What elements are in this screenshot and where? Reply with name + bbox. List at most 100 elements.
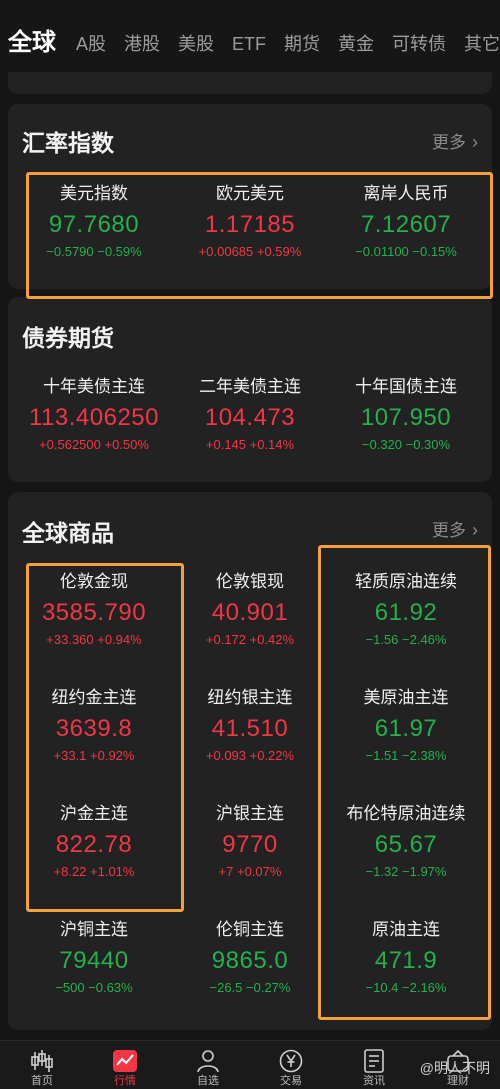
market-tabs: 全球 A股 港股 美股 ETF 期货 黄金 可转债 其它 xyxy=(8,22,500,57)
quote-name: 二年美债主连 xyxy=(199,377,301,396)
tab-us[interactable]: 美股 xyxy=(178,30,214,56)
tab-gold[interactable]: 黄金 xyxy=(338,30,374,56)
quote-price: 79440 xyxy=(59,947,129,974)
quote-name: 十年美债主连 xyxy=(43,377,145,396)
quote-change: +33.360 +0.94% xyxy=(46,632,142,647)
quote-name: 纽约金主连 xyxy=(51,688,137,707)
section-title-bonds: 债券期货 xyxy=(22,325,114,351)
quote-name: 伦敦银现 xyxy=(216,572,284,591)
bottom-tab-home[interactable]: 首页 xyxy=(12,1049,72,1087)
quote-card[interactable]: 布伦特原油连续 65.67 −1.32 −1.97% xyxy=(328,804,484,880)
quote-change: −1.32 −1.97% xyxy=(365,864,447,879)
user-star-icon xyxy=(197,1050,219,1073)
tab-convertible[interactable]: 可转债 xyxy=(392,30,446,56)
quote-card[interactable]: 十年国债主连 107.950 −0.320 −0.30% xyxy=(328,377,484,453)
quote-change: +8.22 +1.01% xyxy=(53,864,135,879)
quote-card[interactable]: 美原油主连 61.97 −1.51 −2.38% xyxy=(328,688,484,764)
quote-price: 61.92 xyxy=(374,599,438,626)
watermark: @明人不明 xyxy=(419,1060,490,1076)
tab-futures[interactable]: 期货 xyxy=(284,30,320,56)
quote-change: −0.320 −0.30% xyxy=(361,437,451,452)
quote-card[interactable]: 沪铜主连 79440 −500 −0.63% xyxy=(16,920,172,996)
section-title-fx: 汇率指数 xyxy=(22,130,114,156)
quote-price: 65.67 xyxy=(374,831,438,858)
section-title-commodities: 全球商品 xyxy=(22,520,114,546)
quote-name: 离岸人民币 xyxy=(363,184,449,203)
quote-name: 美元指数 xyxy=(60,184,128,203)
quote-change: +0.145 +0.14% xyxy=(205,437,295,452)
quote-name: 纽约银主连 xyxy=(207,688,293,707)
quote-card[interactable]: 离岸人民币 7.12607 −0.01100 −0.15% xyxy=(328,184,484,260)
quote-change: −1.51 −2.38% xyxy=(365,748,447,763)
quote-price: 97.7680 xyxy=(48,211,140,238)
quote-change: +0.093 +0.22% xyxy=(205,748,295,763)
more-label: 更多 xyxy=(432,521,466,540)
fx-section: 汇率指数 更多 › 美元指数 97.7680 −0.5790 −0.59% 欧元美… xyxy=(8,104,492,289)
tab-global[interactable]: 全球 xyxy=(8,22,56,57)
bottom-tab-news[interactable]: 资讯 xyxy=(344,1049,404,1087)
quote-card[interactable]: 伦敦金现 3585.790 +33.360 +0.94% xyxy=(16,572,172,648)
quote-name: 欧元美元 xyxy=(216,184,284,203)
bottom-tab-market[interactable]: 行情 xyxy=(95,1049,155,1087)
quote-name: 轻质原油连续 xyxy=(355,572,457,591)
tab-other[interactable]: 其它 xyxy=(464,30,500,56)
quote-name: 原油主连 xyxy=(372,920,440,939)
quote-name: 伦敦金现 xyxy=(60,572,128,591)
quote-change: +33.1 +0.92% xyxy=(53,748,135,763)
quote-card[interactable]: 十年美债主连 113.406250 +0.562500 +0.50% xyxy=(16,377,172,453)
quote-name: 伦铜主连 xyxy=(216,920,284,939)
commodities-more-link[interactable]: 更多 › xyxy=(432,516,478,541)
quote-card[interactable]: 纽约银主连 41.510 +0.093 +0.22% xyxy=(172,688,328,764)
yen-coin-icon xyxy=(279,1049,303,1073)
quote-price: 471.9 xyxy=(374,947,438,974)
chevron-right-icon: › xyxy=(472,520,478,540)
quote-price: 3639.8 xyxy=(55,715,133,742)
tab-a-share[interactable]: A股 xyxy=(76,30,106,56)
bond-futures-section: 债券期货 十年美债主连 113.406250 +0.562500 +0.50% … xyxy=(8,297,492,482)
quote-card[interactable]: 欧元美元 1.17185 +0.00685 +0.59% xyxy=(172,184,328,260)
quote-price: 107.950 xyxy=(360,404,452,431)
quote-change: −500 −0.63% xyxy=(55,980,133,995)
quote-price: 3585.790 xyxy=(41,599,147,626)
quote-price: 9865.0 xyxy=(211,947,289,974)
tab-etf[interactable]: ETF xyxy=(232,34,266,55)
bottom-tab-watchlist[interactable]: 自选 xyxy=(178,1049,238,1087)
bottom-tab-label: 行情 xyxy=(114,1075,136,1087)
quote-card[interactable]: 二年美债主连 104.473 +0.145 +0.14% xyxy=(172,377,328,453)
quote-change: −0.5790 −0.59% xyxy=(46,244,142,259)
candlestick-icon xyxy=(31,1050,53,1072)
news-doc-icon xyxy=(364,1049,384,1073)
quote-name: 沪铜主连 xyxy=(60,920,128,939)
quote-change: −0.01100 −0.15% xyxy=(355,244,457,259)
quote-price: 1.17185 xyxy=(204,211,296,238)
quote-change: −1.56 −2.46% xyxy=(365,632,447,647)
quote-price: 9770 xyxy=(222,831,278,858)
quote-card[interactable]: 美元指数 97.7680 −0.5790 −0.59% xyxy=(16,184,172,260)
global-commodities-section: 全球商品 更多 › 伦敦金现 3585.790 +33.360 +0.94% 伦敦… xyxy=(8,492,492,1030)
more-label: 更多 xyxy=(432,133,466,152)
tab-hk[interactable]: 港股 xyxy=(124,30,160,56)
quote-price: 7.12607 xyxy=(360,211,452,238)
quote-card[interactable]: 伦敦银现 40.901 +0.172 +0.42% xyxy=(172,572,328,648)
quote-card[interactable]: 沪金主连 822.78 +8.22 +1.01% xyxy=(16,804,172,880)
quote-change: +0.172 +0.42% xyxy=(205,632,295,647)
quote-name: 布伦特原油连续 xyxy=(346,804,466,823)
fx-more-link[interactable]: 更多 › xyxy=(432,128,478,153)
quote-card[interactable]: 伦铜主连 9865.0 −26.5 −0.27% xyxy=(172,920,328,996)
quote-change: +7 +0.07% xyxy=(218,864,282,879)
quote-price: 104.473 xyxy=(204,404,296,431)
bottom-tab-label: 自选 xyxy=(197,1075,219,1087)
quote-price: 41.510 xyxy=(211,715,289,742)
previous-section-card xyxy=(8,72,492,94)
quote-change: +0.00685 +0.59% xyxy=(198,244,302,259)
bottom-tab-label: 资讯 xyxy=(363,1075,385,1087)
quote-card[interactable]: 沪银主连 9770 +7 +0.07% xyxy=(172,804,328,880)
quote-card[interactable]: 轻质原油连续 61.92 −1.56 −2.46% xyxy=(328,572,484,648)
market-chart-icon xyxy=(113,1050,137,1072)
bottom-tab-trade[interactable]: 交易 xyxy=(261,1049,321,1087)
quote-card[interactable]: 原油主连 471.9 −10.4 −2.16% xyxy=(328,920,484,996)
quote-card[interactable]: 纽约金主连 3639.8 +33.1 +0.92% xyxy=(16,688,172,764)
bottom-tab-label: 首页 xyxy=(31,1075,53,1087)
quote-change: −10.4 −2.16% xyxy=(365,980,447,995)
quote-change: +0.562500 +0.50% xyxy=(39,437,149,452)
